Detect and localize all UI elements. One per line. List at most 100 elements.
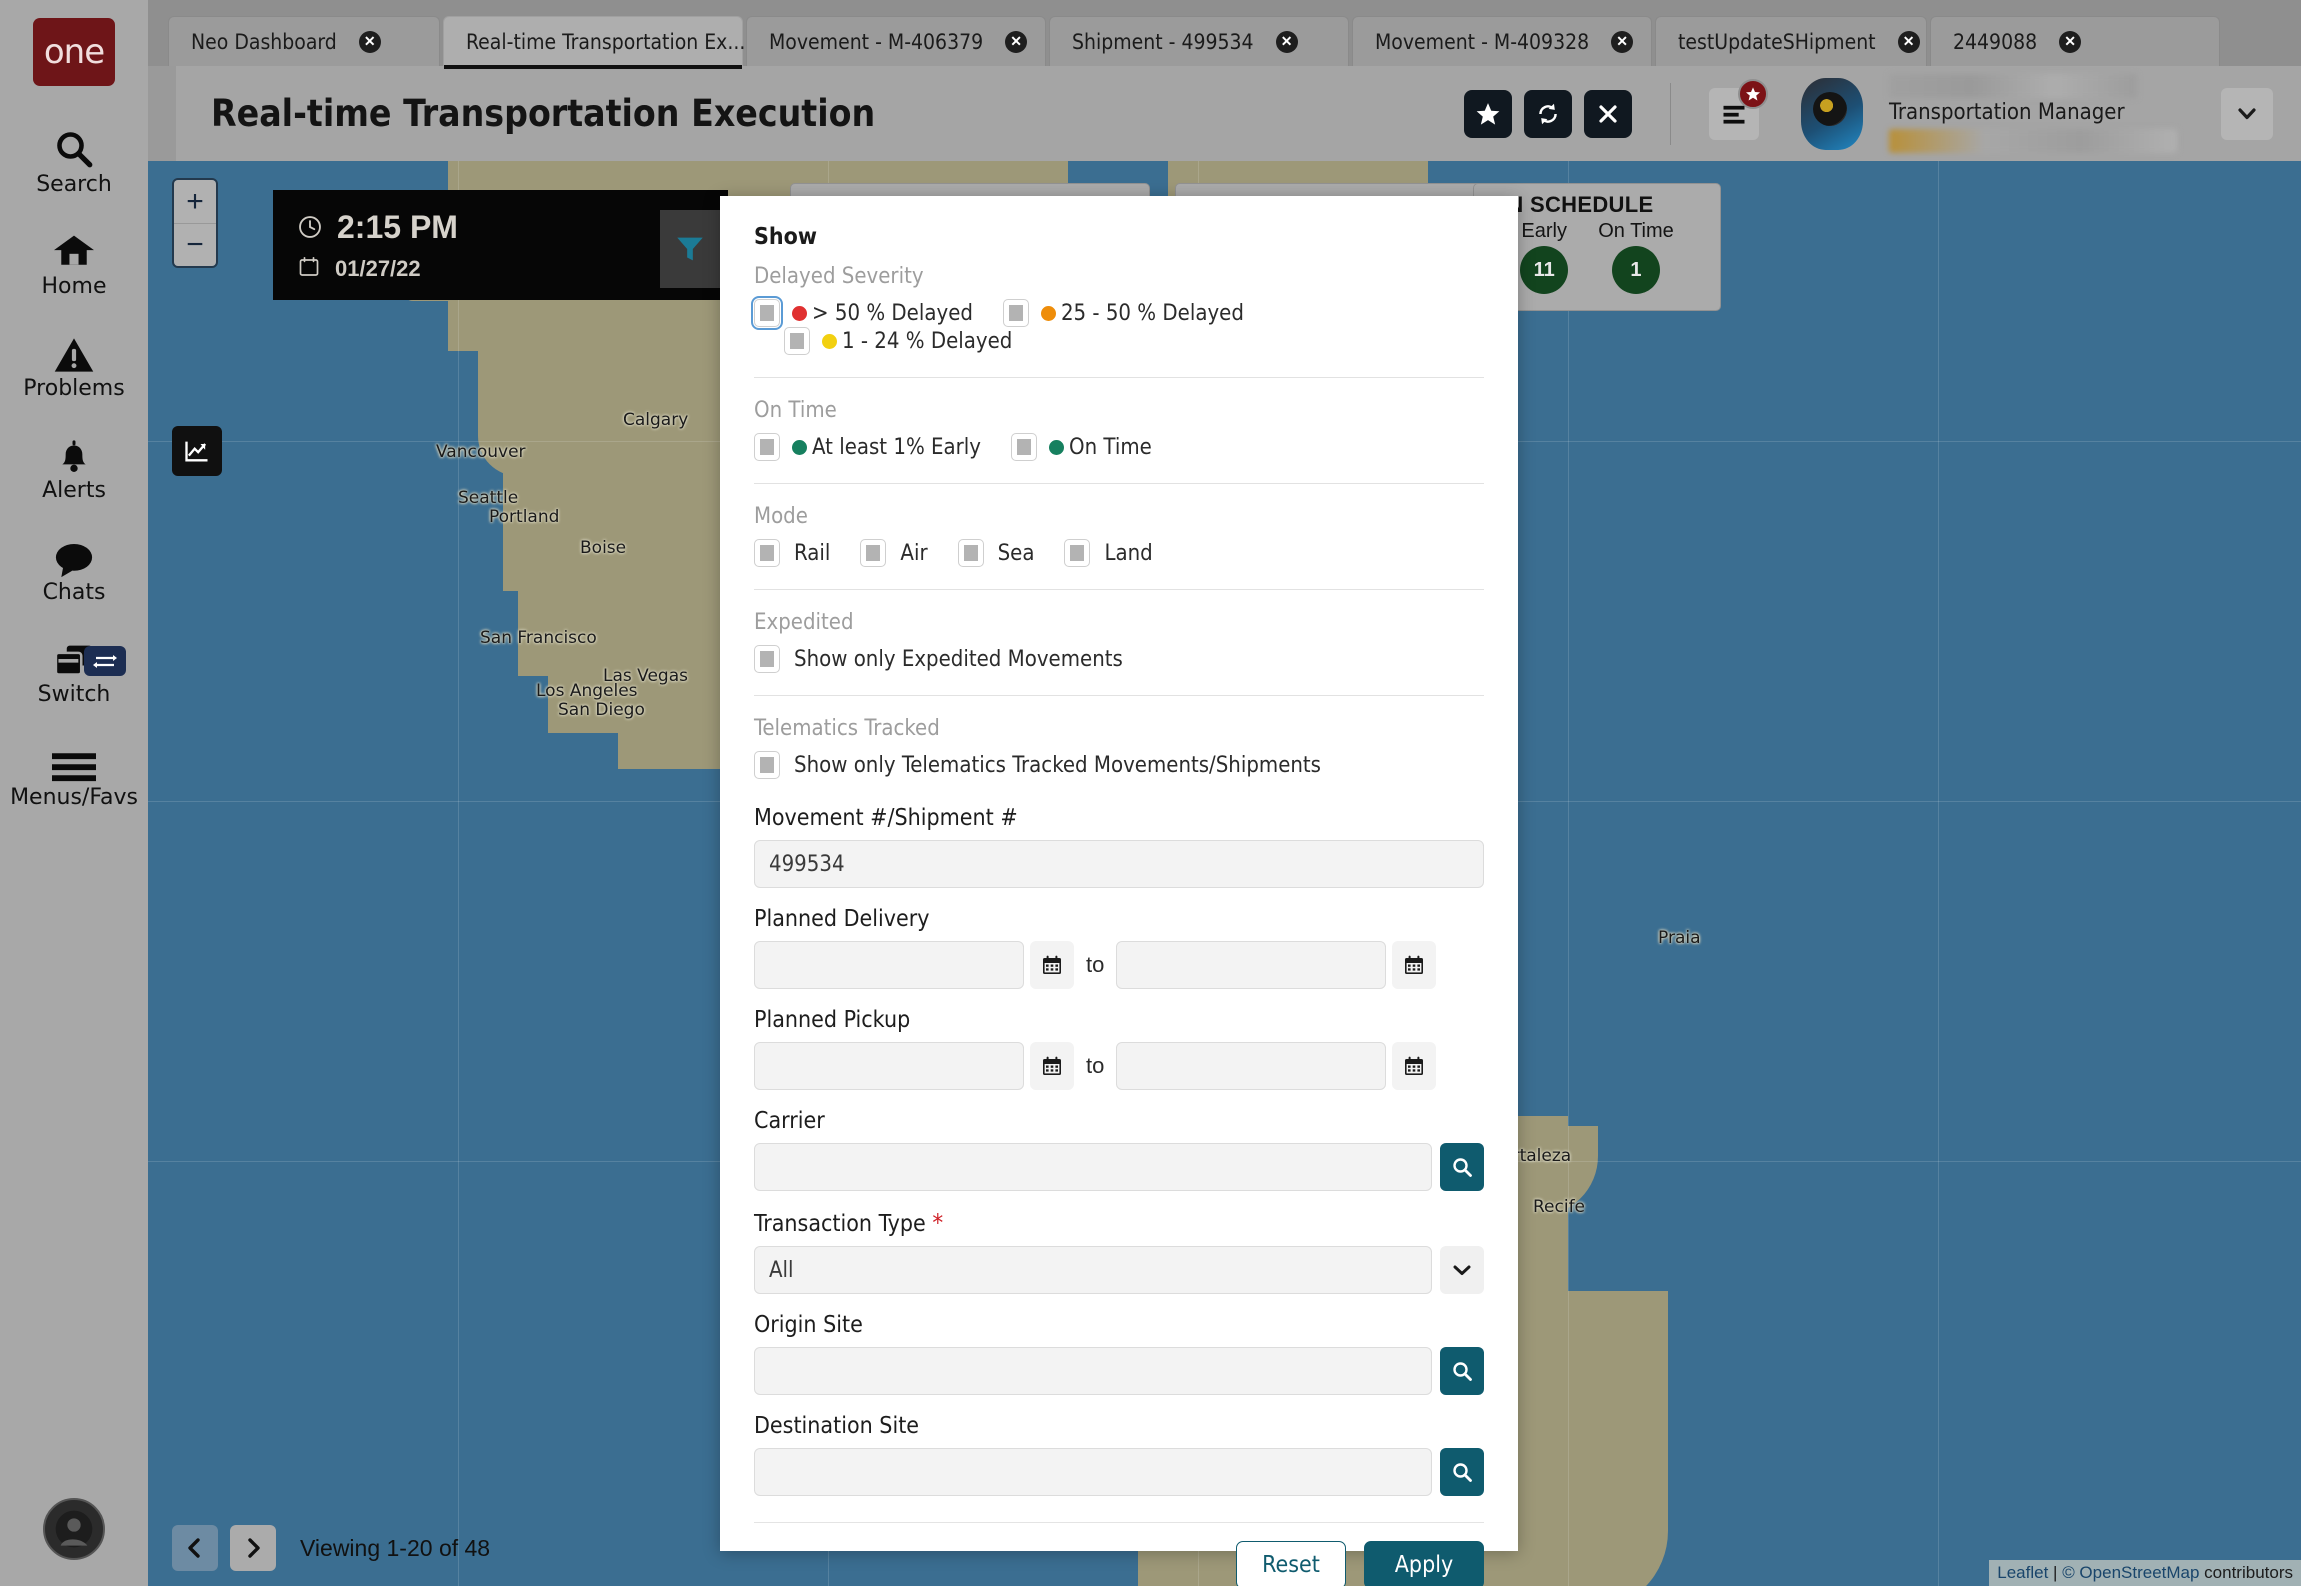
tab-movement-m-406379[interactable]: Movement - M-406379 ✕ (746, 16, 1046, 66)
origin-site-search-button[interactable] (1440, 1347, 1484, 1395)
tab-close-icon[interactable]: ✕ (2059, 31, 2081, 53)
checkbox-show-only-expedited[interactable]: Show only Expedited Movements (754, 645, 1123, 673)
checkbox-at-least-1-early[interactable]: At least 1% Early (754, 433, 981, 461)
checkbox-row: Show only Telematics Tracked Movements/S… (754, 751, 1484, 779)
tab-movement-m-409328[interactable]: Movement - M-409328 ✕ (1352, 16, 1652, 66)
tab-2449088[interactable]: 2449088 ✕ (1930, 16, 2220, 66)
map-filter-toggle[interactable] (660, 210, 720, 288)
checkbox-row: At least 1% Early On Time (754, 433, 1484, 461)
destination-site-input[interactable] (754, 1448, 1432, 1496)
transaction-type-dropdown-button[interactable] (1440, 1246, 1484, 1294)
zoom-out-button[interactable]: − (174, 223, 216, 266)
calendar-icon (1040, 1054, 1064, 1078)
carrier-input[interactable] (754, 1143, 1432, 1191)
ontime-dot-green (1049, 440, 1064, 455)
movement-shipment-input[interactable] (754, 840, 1484, 888)
planned-pickup-to-input[interactable] (1116, 1042, 1386, 1090)
origin-site-input[interactable] (754, 1347, 1432, 1395)
kpi-col-on-time[interactable]: On Time 1 (1598, 220, 1674, 294)
search-icon (1450, 1460, 1474, 1484)
checkbox-box[interactable] (1003, 299, 1029, 327)
tab-shipment-499534[interactable]: Shipment - 499534 ✕ (1049, 16, 1349, 66)
checkbox-over-50-delayed[interactable]: > 50 % Delayed (754, 299, 973, 327)
chart-toggle-button[interactable] (172, 426, 222, 476)
app-logo[interactable]: one (33, 18, 115, 86)
checkbox-box[interactable] (754, 751, 780, 779)
planned-pickup-to-calendar-button[interactable] (1392, 1042, 1436, 1090)
apply-button[interactable]: Apply (1364, 1541, 1484, 1586)
planned-delivery-from-input[interactable] (754, 941, 1024, 989)
checkbox-mode-sea[interactable]: Sea (958, 539, 1035, 567)
kpi-col-early[interactable]: Early 11 (1520, 220, 1568, 294)
tab-bar: Neo Dashboard ✕ Real-time Transportation… (148, 0, 2301, 66)
tab-label: Real-time Transportation Ex... (466, 30, 745, 54)
map-time-card: 2:15 PM 01/27/22 (268, 190, 728, 300)
tab-close-icon[interactable]: ✕ (1276, 31, 1298, 53)
pagination-next-button[interactable] (230, 1525, 276, 1571)
sidebar-item-chats[interactable]: Chats (0, 532, 148, 604)
kpi-col-label: Early (1521, 220, 1567, 243)
checkbox-box[interactable] (784, 327, 810, 355)
tab-close-icon[interactable]: ✕ (1005, 31, 1027, 53)
checkbox-box[interactable] (1064, 539, 1090, 567)
sidebar-item-switch[interactable]: Switch (0, 634, 148, 706)
checkbox-on-time[interactable]: On Time (1011, 433, 1152, 461)
star-icon (1745, 86, 1761, 102)
carrier-search-button[interactable] (1440, 1143, 1484, 1191)
tab-label: testUpdateSHipment (1678, 30, 1876, 54)
sidebar-item-alerts[interactable]: Alerts (0, 430, 148, 502)
checkbox-box[interactable] (754, 539, 780, 567)
planned-pickup-to-word: to (1086, 1053, 1104, 1079)
tab-close-icon[interactable]: ✕ (1611, 31, 1633, 53)
close-button[interactable] (1584, 90, 1632, 138)
support-avatar-icon[interactable] (43, 1498, 105, 1560)
transaction-type-row (754, 1246, 1484, 1294)
checkbox-label: At least 1% Early (812, 435, 981, 460)
checkbox-box[interactable] (958, 539, 984, 567)
map-zoom-controls[interactable]: + − (172, 178, 218, 268)
attribution-osm[interactable]: © OpenStreetMap (2062, 1563, 2199, 1582)
map-label: Recife (1533, 1197, 1585, 1217)
pagination-prev-button[interactable] (172, 1525, 218, 1571)
tab-real-time-transportation-execution[interactable]: Real-time Transportation Ex... ✕ (443, 16, 743, 66)
refresh-icon (1535, 101, 1561, 127)
planned-pickup-from-calendar-button[interactable] (1030, 1042, 1074, 1090)
destination-site-search-button[interactable] (1440, 1448, 1484, 1496)
sidebar-item-home[interactable]: Home (0, 226, 148, 298)
app-header: Real-time Transportation Execution (176, 66, 2301, 161)
field-label: Origin Site (754, 1312, 1484, 1338)
divider (754, 377, 1484, 378)
switch-badge[interactable] (84, 646, 126, 676)
checkbox-mode-rail[interactable]: Rail (754, 539, 830, 567)
transaction-type-input[interactable] (754, 1246, 1432, 1294)
checkbox-mode-air[interactable]: Air (860, 539, 927, 567)
checkbox-box[interactable] (754, 645, 780, 673)
tab-testupdateshipment[interactable]: testUpdateSHipment ✕ (1655, 16, 1927, 66)
sidebar-item-menus-favs[interactable]: Menus/Favs (0, 737, 148, 809)
planned-delivery-to-input[interactable] (1116, 941, 1386, 989)
tab-close-icon[interactable]: ✕ (359, 31, 381, 53)
planned-delivery-from-calendar-button[interactable] (1030, 941, 1074, 989)
checkbox-box[interactable] (1011, 433, 1037, 461)
checkbox-box[interactable] (860, 539, 886, 567)
favorite-button[interactable] (1464, 90, 1512, 138)
checkbox-1-24-delayed[interactable]: 1 - 24 % Delayed (784, 327, 1012, 355)
zoom-in-button[interactable]: + (174, 180, 216, 223)
attribution-leaflet[interactable]: Leaflet (1997, 1563, 2048, 1582)
tab-neo-dashboard[interactable]: Neo Dashboard ✕ (168, 16, 440, 66)
sidebar-item-search[interactable]: Search (0, 124, 148, 196)
planned-pickup-from-input[interactable] (754, 1042, 1024, 1090)
checkbox-box[interactable] (754, 299, 780, 327)
checkbox-show-only-telematics[interactable]: Show only Telematics Tracked Movements/S… (754, 751, 1321, 779)
user-menu-button[interactable] (2221, 88, 2273, 140)
menu-favorites-button[interactable] (1709, 88, 1759, 140)
checkbox-25-50-delayed[interactable]: 25 - 50 % Delayed (1003, 299, 1244, 327)
planned-delivery-to-calendar-button[interactable] (1392, 941, 1436, 989)
refresh-button[interactable] (1524, 90, 1572, 138)
reset-button[interactable]: Reset (1236, 1541, 1346, 1586)
avatar[interactable] (1801, 78, 1863, 150)
tab-close-icon[interactable]: ✕ (1898, 31, 1920, 53)
sidebar-item-problems[interactable]: Problems (0, 328, 148, 400)
checkbox-mode-land[interactable]: Land (1064, 539, 1152, 567)
checkbox-box[interactable] (754, 433, 780, 461)
